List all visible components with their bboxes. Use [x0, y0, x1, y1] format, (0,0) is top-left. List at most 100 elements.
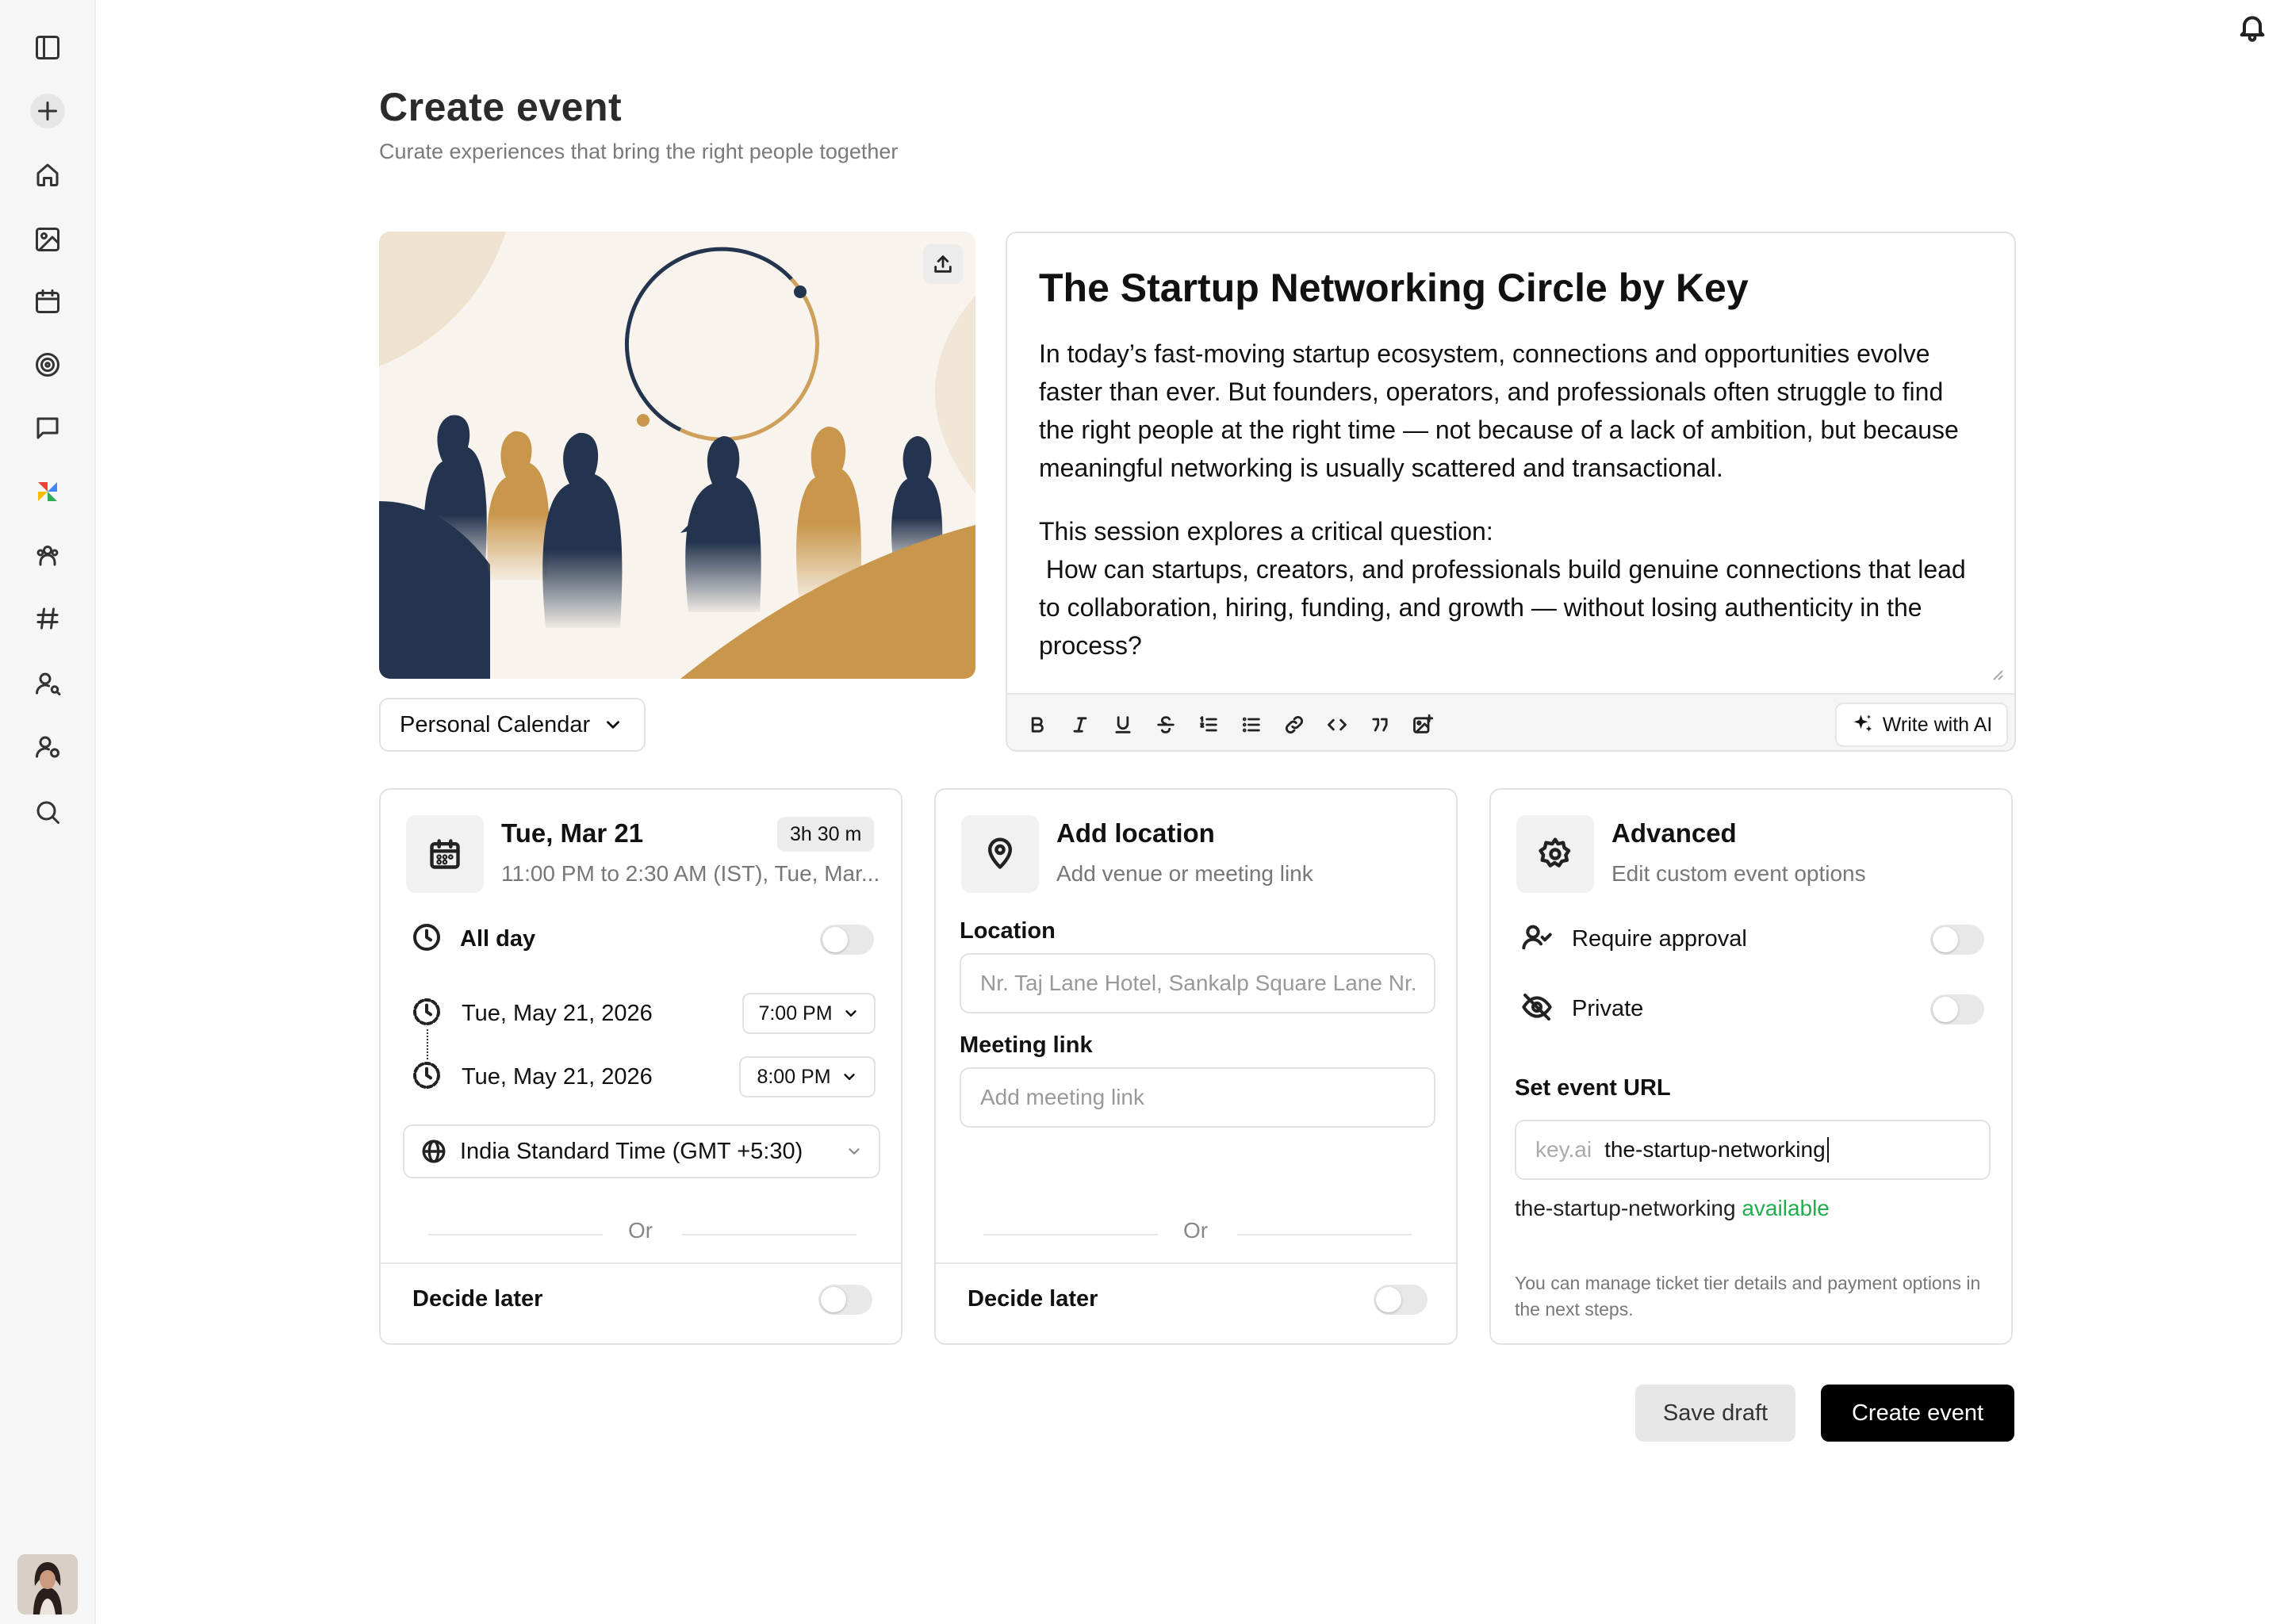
search-icon[interactable]	[30, 795, 65, 829]
chevron-down-icon	[845, 1010, 856, 1017]
event-time-summary: 11:00 PM to 2:30 AM (IST), Tue, Mar...	[501, 861, 880, 886]
url-prefix: key.ai	[1535, 1137, 1592, 1162]
end-date[interactable]: Tue, May 21, 2026	[462, 1064, 653, 1090]
bold-icon[interactable]	[1021, 709, 1053, 741]
eye-off-icon	[1521, 991, 1553, 1023]
italic-icon[interactable]	[1064, 709, 1096, 741]
page-subtitle: Curate experiences that bring the right …	[379, 140, 899, 163]
duration-badge: 3h 30 m	[777, 817, 875, 852]
event-url-label: Set event URL	[1515, 1075, 1671, 1101]
start-time-icon	[411, 996, 443, 1028]
sidebar	[0, 0, 96, 1624]
calendar-icon[interactable]	[30, 284, 65, 319]
event-url-input[interactable]: key.ai the-startup-networking	[1515, 1120, 1991, 1180]
location-subtitle: Add venue or meeting link	[1056, 861, 1313, 886]
chevron-down-icon	[607, 721, 620, 729]
event-description-body[interactable]: In today’s fast-moving startup ecosystem…	[1039, 335, 1983, 674]
gear-icon	[1516, 815, 1594, 893]
divider	[381, 1262, 901, 1264]
ordered-list-icon[interactable]	[1193, 709, 1224, 741]
require-approval-label: Require approval	[1572, 926, 1747, 952]
description-paragraph: In today’s fast-moving startup ecosystem…	[1039, 339, 1966, 482]
chevron-down-icon	[849, 1148, 860, 1155]
description-paragraph: This session explores a critical questio…	[1039, 517, 1966, 660]
divider	[682, 1234, 856, 1235]
event-date-heading: Tue, Mar 21	[501, 818, 644, 848]
strikethrough-icon[interactable]	[1150, 709, 1182, 741]
require-approval-toggle[interactable]	[1930, 925, 1984, 955]
page-title: Create event	[379, 85, 623, 129]
location-card: Add location Add venue or meeting link L…	[934, 788, 1458, 1345]
divider	[428, 1234, 603, 1235]
divider	[936, 1262, 1456, 1264]
divider	[983, 1234, 1158, 1235]
hashtag-icon[interactable]	[30, 601, 65, 636]
timezone-value: India Standard Time (GMT +5:30)	[460, 1138, 803, 1164]
start-time-value: 7:00 PM	[758, 1002, 833, 1025]
advanced-card: Advanced Edit custom event options Requi…	[1489, 788, 2013, 1345]
event-cover-image[interactable]	[379, 232, 975, 679]
all-day-label: All day	[460, 926, 536, 952]
bullet-list-icon[interactable]	[1236, 709, 1267, 741]
event-title[interactable]: The Startup Networking Circle by Key	[1039, 265, 1749, 311]
or-label: Or	[1183, 1218, 1209, 1243]
datetime-card: Tue, Mar 21 11:00 PM to 2:30 AM (IST), T…	[379, 788, 902, 1345]
decide-later-toggle[interactable]	[818, 1285, 872, 1315]
avatar[interactable]	[17, 1554, 78, 1614]
sparkle-icon	[1853, 714, 1872, 732]
target-icon[interactable]	[30, 347, 65, 382]
calendar-select[interactable]: Personal Calendar	[379, 698, 646, 752]
private-label: Private	[1572, 996, 1644, 1021]
all-day-toggle[interactable]	[820, 925, 874, 955]
home-icon[interactable]	[30, 157, 65, 192]
url-availability: the-startup-networking available	[1515, 1196, 1830, 1221]
event-description-editor[interactable]: The Startup Networking Circle by Key In …	[1006, 232, 2016, 752]
end-time-icon	[411, 1059, 443, 1091]
insert-image-icon[interactable]	[1407, 709, 1439, 741]
upload-icon	[934, 255, 952, 273]
notification-bell-icon[interactable]	[2236, 11, 2271, 46]
sidebar-panel-icon[interactable]	[30, 30, 65, 65]
or-label: Or	[628, 1218, 653, 1243]
private-toggle[interactable]	[1930, 994, 1984, 1025]
formatting-toolbar: Write with AI	[1007, 693, 2014, 750]
start-date[interactable]: Tue, May 21, 2026	[462, 1001, 653, 1027]
calendar-select-value: Personal Calendar	[400, 711, 591, 737]
user-search-icon[interactable]	[30, 666, 65, 701]
advanced-heading: Advanced	[1611, 818, 1737, 848]
url-slug: the-startup-networking	[1515, 1196, 1736, 1220]
write-with-ai-label: Write with AI	[1882, 713, 1993, 736]
calendar-icon	[406, 815, 484, 893]
end-time-select[interactable]: 8:00 PM	[739, 1056, 876, 1097]
user-check-icon	[1521, 921, 1553, 953]
divider	[1237, 1234, 1412, 1235]
image-icon[interactable]	[30, 222, 65, 257]
user-settings-icon[interactable]	[30, 730, 65, 764]
decide-later-label: Decide later	[968, 1286, 1098, 1312]
link-icon[interactable]	[1278, 709, 1310, 741]
quote-icon[interactable]	[1364, 709, 1396, 741]
decide-later-toggle[interactable]	[1374, 1285, 1428, 1315]
upload-cover-button[interactable]	[923, 244, 963, 284]
underline-icon[interactable]	[1107, 709, 1139, 741]
location-pin-icon	[961, 815, 1039, 893]
globe-icon	[422, 1139, 446, 1163]
chat-icon[interactable]	[30, 411, 65, 446]
save-draft-button[interactable]: Save draft	[1635, 1385, 1795, 1442]
resize-handle-icon[interactable]	[1991, 668, 2003, 680]
time-connector	[427, 1029, 428, 1059]
write-with-ai-button[interactable]: Write with AI	[1835, 703, 2008, 747]
location-heading: Add location	[1056, 818, 1215, 848]
start-time-select[interactable]: 7:00 PM	[742, 993, 876, 1034]
plus-icon[interactable]	[30, 94, 65, 128]
code-icon[interactable]	[1321, 709, 1353, 741]
community-icon[interactable]	[30, 538, 65, 573]
create-event-button[interactable]: Create event	[1821, 1385, 2014, 1442]
timezone-select[interactable]: India Standard Time (GMT +5:30)	[403, 1124, 880, 1178]
location-input[interactable]: Nr. Taj Lane Hotel, Sankalp Square Lane …	[960, 953, 1435, 1013]
url-value: the-startup-networking	[1604, 1137, 1829, 1162]
meeting-link-input[interactable]: Add meeting link	[960, 1067, 1435, 1128]
meeting-link-label: Meeting link	[960, 1032, 1093, 1058]
apps-icon[interactable]	[30, 474, 65, 509]
ticket-note: You can manage ticket tier details and p…	[1515, 1273, 1981, 1320]
